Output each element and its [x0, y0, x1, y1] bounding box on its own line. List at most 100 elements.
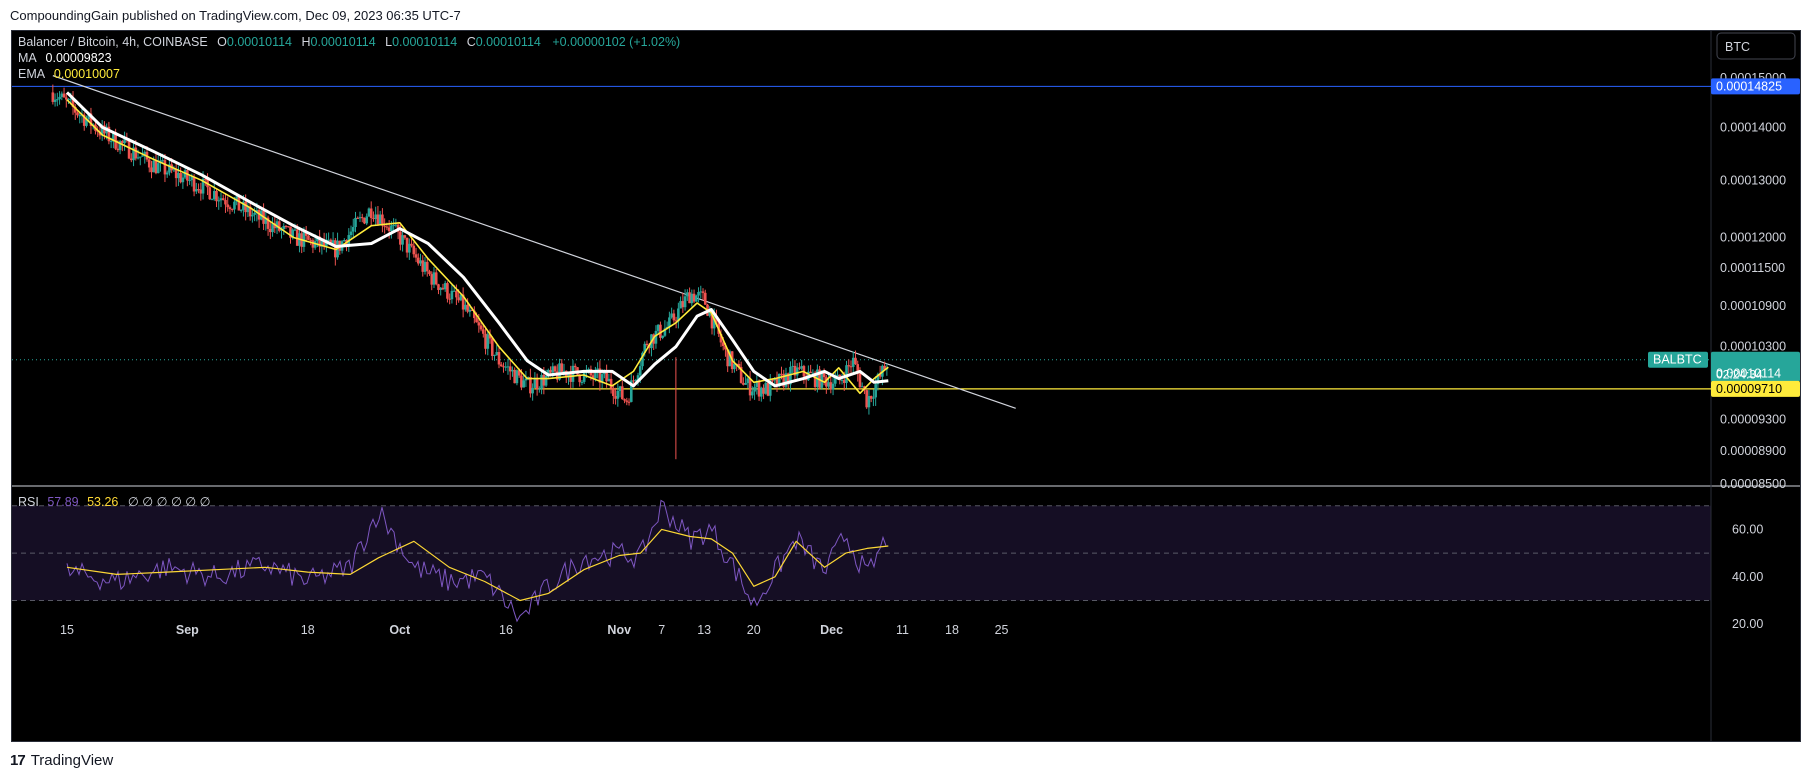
legend-c-value: 0.00010114: [476, 35, 541, 49]
candle-body: [477, 322, 481, 326]
candle-body: [165, 172, 169, 175]
chart-canvas[interactable]: 0.000150000.000140000.000130000.00012000…: [12, 31, 1800, 741]
candle-body: [147, 159, 151, 168]
rsi-tick-label: 20.00: [1732, 617, 1763, 631]
price-tick-label: 0.00012000: [1720, 231, 1786, 245]
legend-l-label: L: [385, 35, 392, 49]
candle-body: [748, 378, 752, 396]
candle-body: [403, 235, 407, 238]
candle-body: [309, 239, 312, 241]
candle-body: [450, 290, 454, 300]
candle-body: [746, 378, 750, 384]
candle-body: [573, 365, 577, 368]
time-tick-label: Dec: [820, 623, 843, 637]
candle-body: [343, 240, 346, 242]
candle-body: [701, 291, 705, 293]
candle-body: [764, 382, 768, 394]
candle-body: [239, 209, 243, 211]
candle-body: [464, 304, 467, 310]
candle-body: [860, 386, 864, 388]
candle-body: [354, 217, 357, 228]
time-tick-label: 18: [301, 623, 315, 637]
candle-body: [150, 167, 153, 173]
candle-body: [307, 235, 310, 240]
candle-body: [623, 399, 626, 401]
candle-body: [163, 160, 167, 175]
candle-body: [614, 396, 617, 399]
chart-frame[interactable]: 0.00015000 0.00014000 0.00013000 0.00012000…: [11, 30, 1801, 742]
legend-rsi[interactable]: RSI 57.89 53.26 ∅ ∅ ∅ ∅ ∅ ∅: [18, 495, 211, 509]
candle-body: [405, 237, 409, 253]
candle-body: [506, 366, 510, 368]
time-tick-label: 11: [896, 623, 909, 637]
legend-rsi-ma-value: 53.26: [87, 495, 118, 509]
legend-ema-value: 0.00010007: [54, 67, 120, 81]
candle-body: [683, 296, 687, 308]
symbol-tag-badge: BALBTC: [1653, 353, 1702, 367]
time-tick-label: 20: [747, 623, 761, 637]
candle-body: [233, 201, 236, 210]
time-tick-label: 16: [499, 623, 513, 637]
candle-body: [798, 367, 801, 369]
candle-body: [448, 298, 451, 300]
candle-body: [867, 396, 871, 408]
time-tick-label: Nov: [607, 623, 631, 637]
candle-body: [482, 329, 485, 334]
candle-body: [367, 208, 371, 217]
candle-body: [829, 382, 833, 390]
candle-body: [560, 363, 564, 373]
time-tick-label: 25: [995, 623, 1009, 637]
candle-body: [625, 400, 629, 402]
candle-body: [219, 198, 223, 201]
candle-body: [226, 204, 230, 208]
candle-body: [791, 365, 794, 367]
price-tick-label: 0.00009300: [1720, 413, 1786, 427]
legend-ema[interactable]: EMA 0.00010007: [18, 67, 120, 81]
candle-body: [423, 261, 427, 272]
candle-body: [60, 93, 64, 97]
footer[interactable]: 17 TradingView: [10, 752, 113, 769]
candle-body: [152, 160, 156, 173]
candle-body: [688, 292, 691, 304]
price-tick-label: 0.00008500: [1720, 477, 1786, 491]
time-tick-label: 7: [658, 623, 665, 637]
candle-body: [535, 378, 539, 390]
candle-body: [394, 224, 398, 226]
legend-o-value: 0.00010114: [227, 35, 292, 49]
candle-body: [410, 243, 413, 246]
candle-body: [399, 231, 402, 245]
candle-body: [58, 96, 61, 100]
candle-body: [452, 290, 456, 292]
candle-body: [192, 176, 196, 192]
candle-body: [499, 364, 503, 367]
candle-body: [753, 386, 756, 392]
candle-body: [230, 209, 234, 211]
candle-body: [692, 293, 696, 302]
candle-body: [416, 257, 420, 264]
rsi-tick-label: 40.00: [1732, 570, 1763, 584]
candle-body: [369, 208, 373, 219]
candle-body: [251, 214, 254, 217]
candle-body: [269, 228, 272, 233]
candle-body: [195, 189, 198, 192]
rsi-tick-label: 60.00: [1732, 522, 1763, 536]
candle-body: [224, 200, 227, 205]
candle-body: [434, 272, 438, 285]
candle-body: [425, 261, 429, 272]
legend-ma[interactable]: MA 0.00009823: [18, 51, 112, 65]
candle-body: [437, 284, 440, 290]
candle-body: [109, 141, 113, 143]
candle-body: [141, 155, 144, 157]
candle-body: [466, 304, 469, 312]
candle-body: [645, 343, 649, 346]
price-tick-label: 0.00013000: [1720, 173, 1786, 187]
candle-body: [551, 366, 555, 373]
candle-body: [621, 386, 624, 400]
candle-body: [363, 217, 366, 224]
legend-o-label: O: [217, 35, 227, 49]
candle-body: [515, 370, 519, 384]
candle-body: [282, 225, 286, 230]
candle-body: [654, 330, 658, 344]
candle-body: [486, 334, 490, 349]
candle-body: [661, 335, 664, 338]
